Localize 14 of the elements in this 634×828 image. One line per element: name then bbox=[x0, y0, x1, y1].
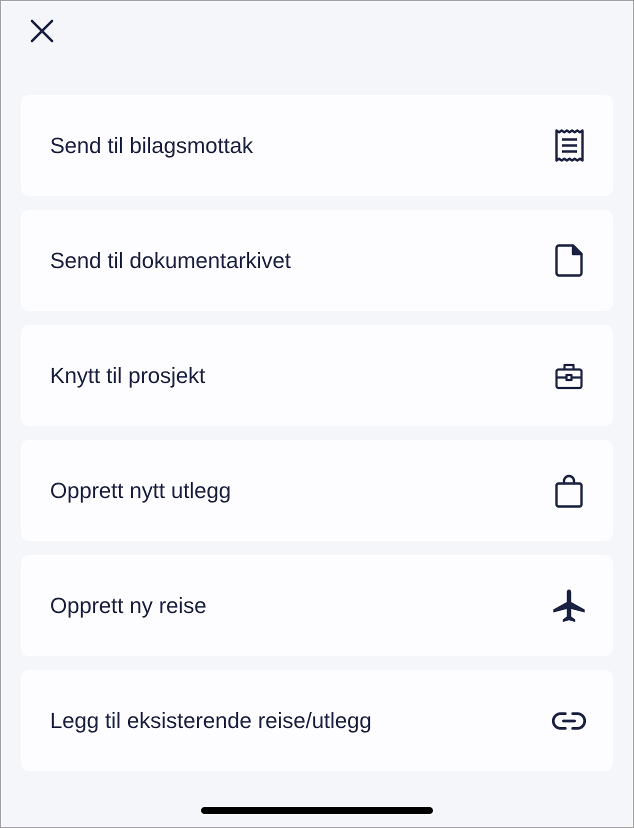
document-icon bbox=[555, 244, 583, 277]
menu-option[interactable]: Send til bilagsmottak bbox=[21, 95, 613, 196]
briefcase-icon bbox=[555, 362, 583, 390]
menu-option[interactable]: Knytt til prosjekt bbox=[21, 325, 613, 426]
menu-option[interactable]: Send til dokumentarkivet bbox=[21, 210, 613, 311]
menu-option[interactable]: Opprett nytt utlegg bbox=[21, 440, 613, 541]
shopping-bag-icon bbox=[555, 474, 583, 508]
link-icon bbox=[551, 710, 587, 732]
close-icon bbox=[30, 19, 54, 43]
airplane-icon bbox=[551, 588, 587, 622]
close-button[interactable] bbox=[30, 19, 54, 43]
menu-option[interactable]: Opprett ny reise bbox=[21, 555, 613, 656]
receipt-icon bbox=[554, 128, 584, 163]
menu-option[interactable]: Legg til eksisterende reise/utlegg bbox=[21, 670, 613, 771]
